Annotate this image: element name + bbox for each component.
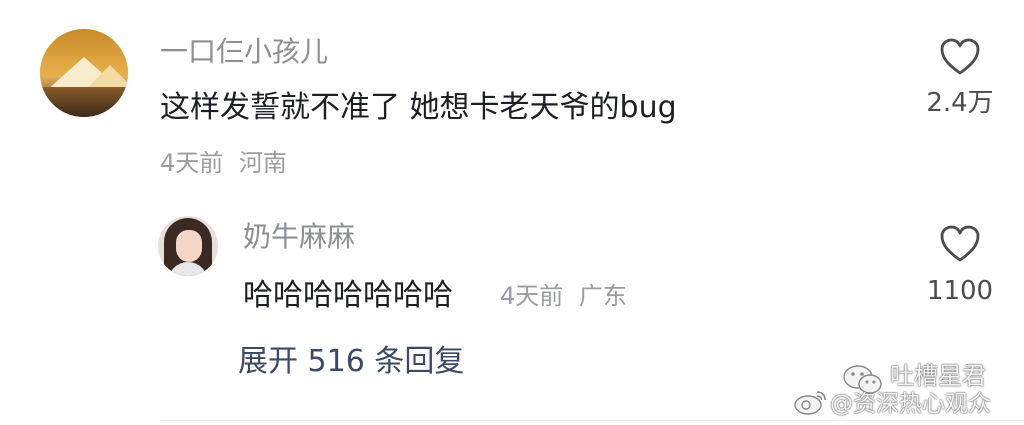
reply-location: 广东 (578, 282, 627, 310)
divider (160, 420, 1024, 421)
reply-meta: 4天前 广东 (500, 281, 627, 311)
reply-time: 4天前 (500, 282, 564, 310)
like-count: 2.4万 (926, 88, 994, 118)
watermark-account: 吐槽星君 (890, 362, 986, 390)
avatar[interactable] (158, 216, 218, 276)
weibo-logo-icon (794, 391, 826, 415)
expand-replies-button[interactable]: 展开 516 条回复 (238, 343, 464, 381)
comment-username[interactable]: 一口仨小孩儿 (160, 35, 328, 69)
reply-like-count: 1100 (926, 276, 994, 306)
comment-location: 河南 (238, 149, 287, 177)
comment-meta: 4天前 河南 (160, 148, 287, 178)
comment-text: 这样发誓就不准了 她想卡老天爷的bug (160, 90, 677, 125)
reply-username[interactable]: 奶牛麻麻 (243, 220, 355, 254)
watermark-handle: @资深热心观众 (830, 391, 991, 417)
avatar[interactable] (40, 29, 128, 117)
like-heart-icon[interactable] (939, 37, 981, 77)
reply-text: 哈哈哈哈哈哈哈 (243, 278, 453, 313)
like-heart-icon[interactable] (939, 224, 981, 264)
comment-time: 4天前 (160, 149, 224, 177)
